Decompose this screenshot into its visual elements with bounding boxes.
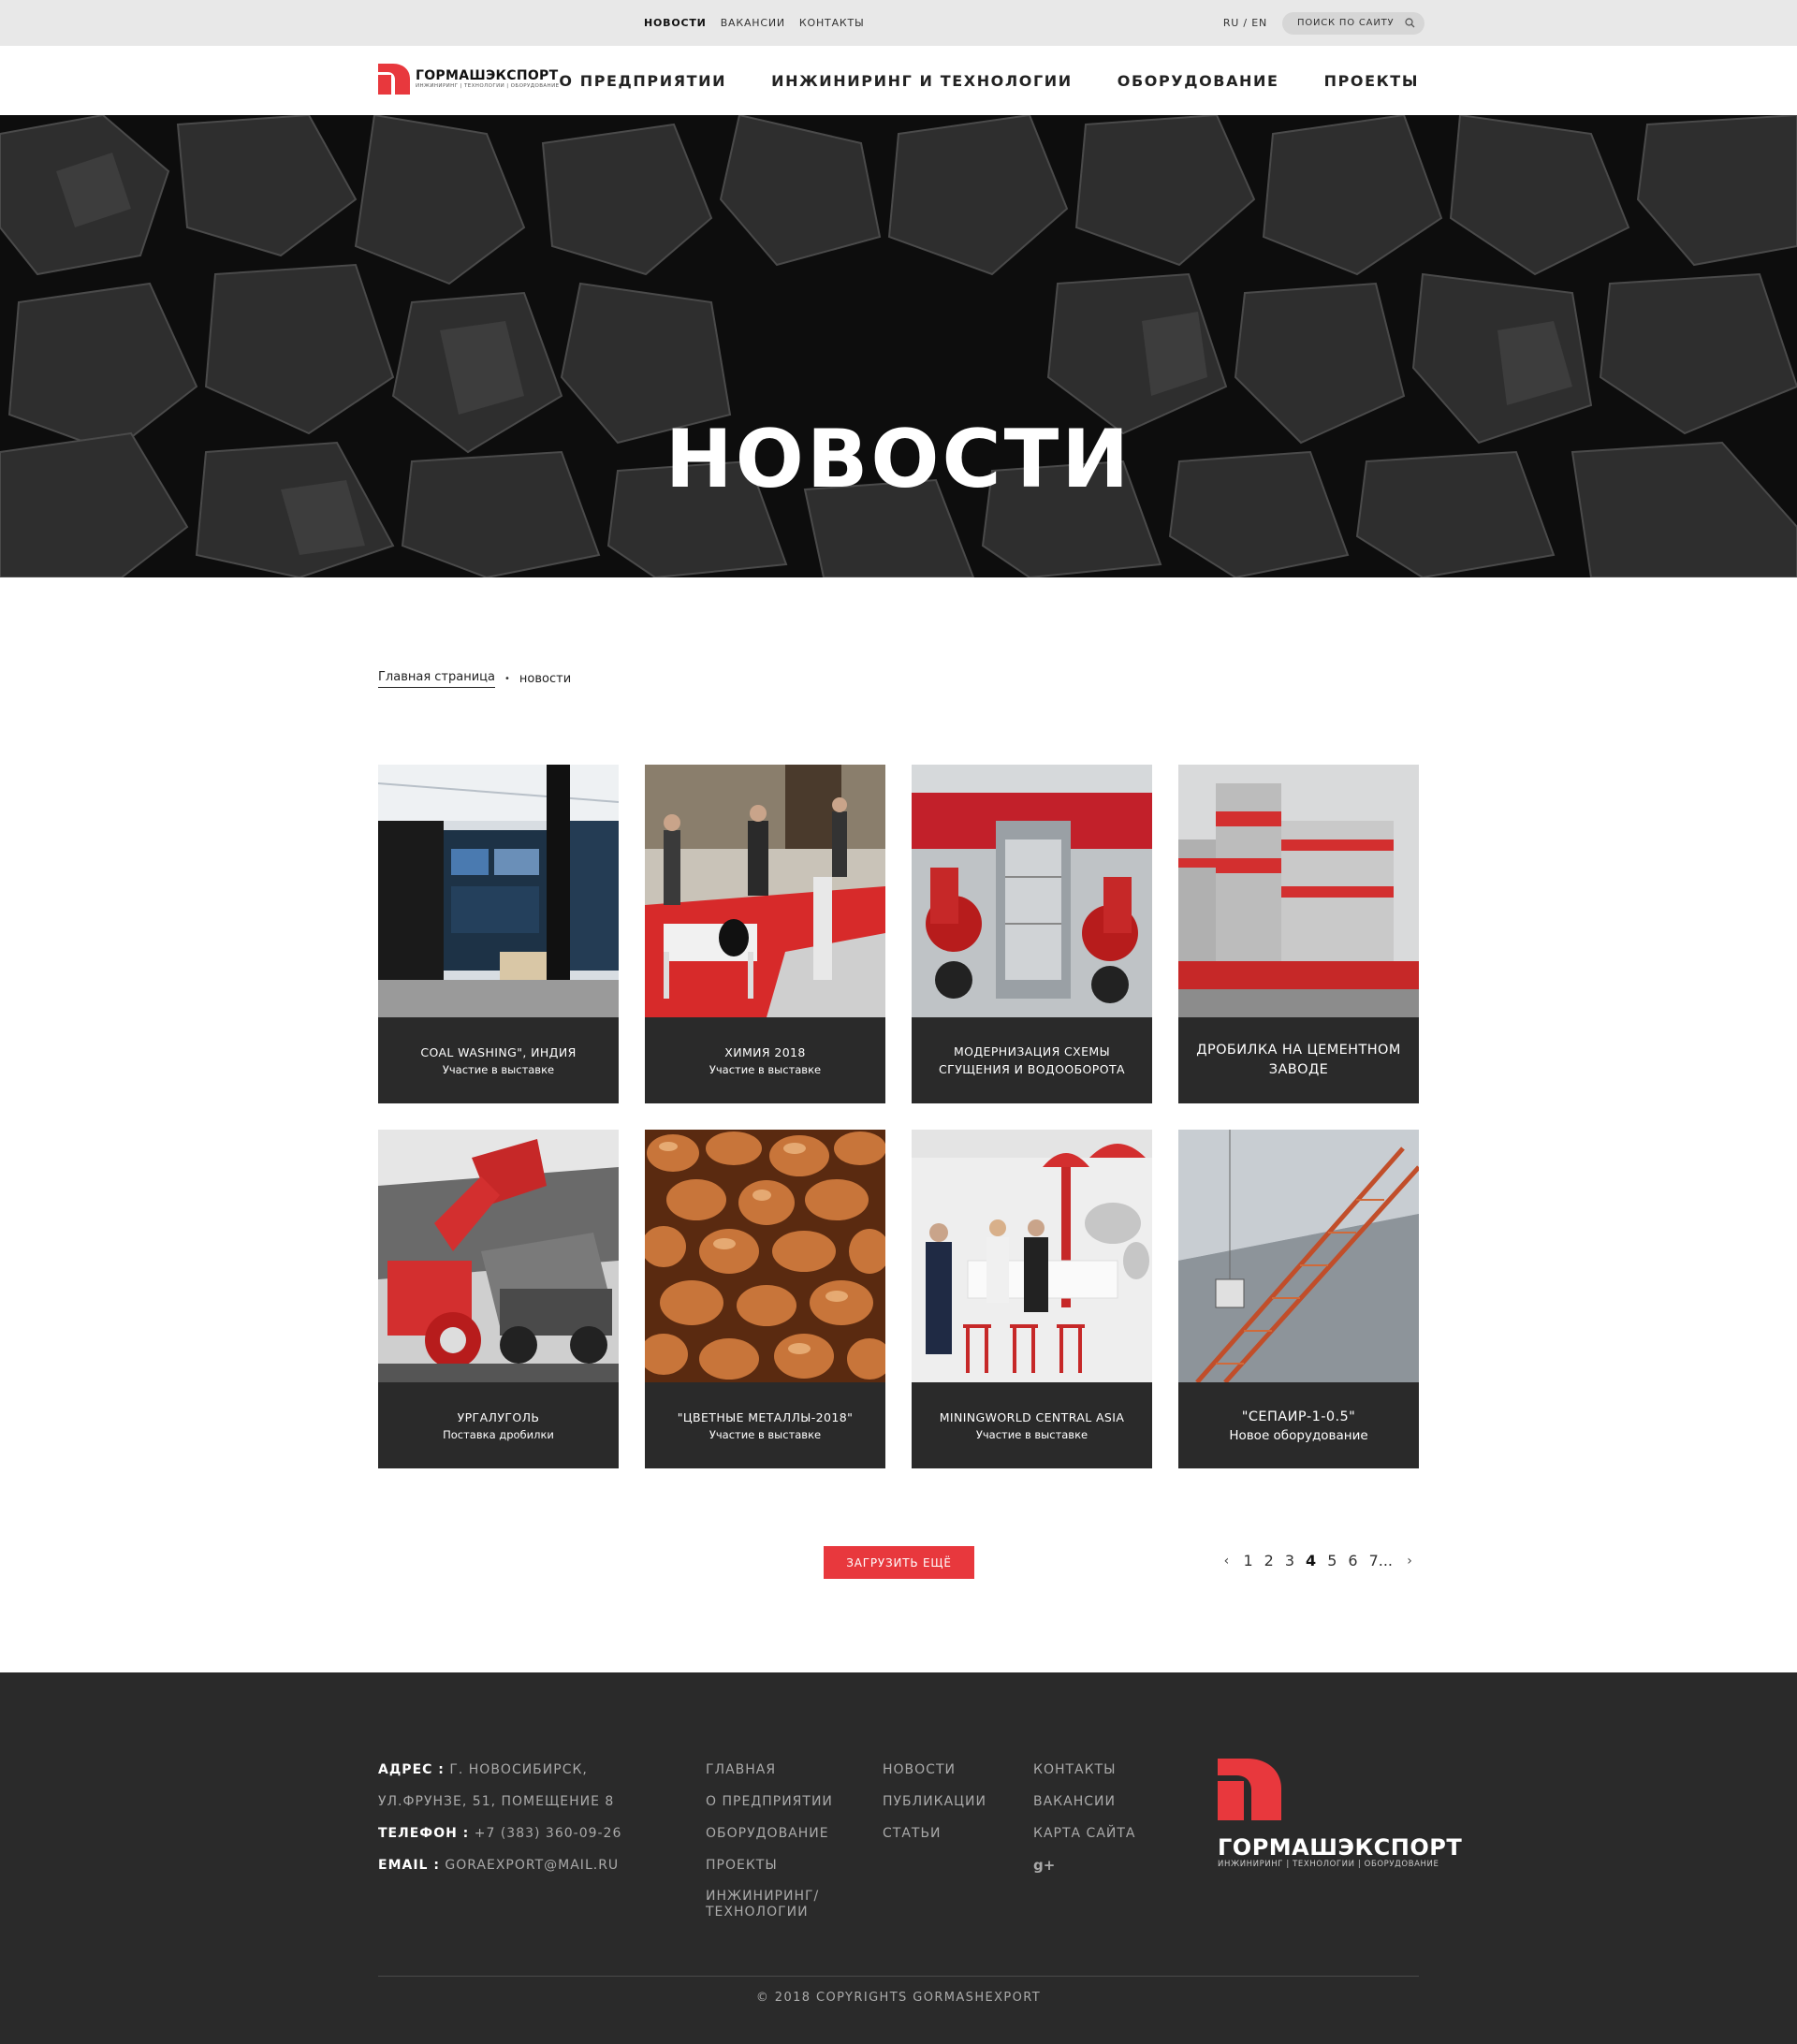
main-nav: О предприятии Инжиниринг и технологии Об… (559, 46, 1419, 115)
news-card[interactable]: УРГАЛУГОЛЬ Поставка дробилки (378, 1130, 619, 1468)
hero-title: НОВОСТИ (665, 413, 1132, 506)
footer-address-line1: г. Новосибирск, (449, 1762, 588, 1777)
footer-logo-mark-icon (1218, 1759, 1281, 1820)
pagination-page[interactable]: 3 (1279, 1552, 1300, 1570)
nav-about[interactable]: О предприятии (559, 72, 726, 90)
logo-tagline: ИНЖИНИРИНГ | ТЕХНОЛОГИИ | ОБОРУДОВАНИЕ (416, 82, 560, 89)
news-image-chemistry-expo (645, 765, 885, 1017)
news-image-miningworld-booth (912, 1130, 1152, 1382)
footer-link-engineering[interactable]: Инжиниринг/ Технологии (706, 1881, 837, 1920)
top-link-news[interactable]: Новости (644, 17, 707, 29)
footer-link-vacancies[interactable]: Вакансии (1033, 1786, 1136, 1818)
pagination-page[interactable]: 7... (1364, 1552, 1398, 1570)
search-input[interactable] (1297, 18, 1400, 28)
footer-links-col3: Контакты Вакансии Карта сайта g+ (1033, 1754, 1136, 1881)
news-image-cement-plant (1178, 765, 1419, 1017)
breadcrumb-home[interactable]: Главная страница (378, 670, 495, 688)
language-switcher[interactable]: RU / EN (1223, 17, 1267, 29)
news-title: ДРОБИЛКА НА ЦЕМЕНТНОМ ЗАВОДЕ (1196, 1043, 1401, 1077)
footer-link-projects[interactable]: Проекты (706, 1849, 837, 1881)
pagination-prev-icon[interactable]: ‹ (1215, 1554, 1237, 1569)
top-utility-bar: Новости Вакансии Контакты RU / EN (0, 0, 1797, 46)
news-card[interactable]: МОДЕРНИЗАЦИЯ СХЕМЫ СГУЩЕНИЯ И ВОДООБОРОТ… (912, 765, 1152, 1103)
news-card[interactable]: "СЕПАИР-1-0.5" Новое оборудование (1178, 1130, 1419, 1468)
news-title: COAL WASHING", ИНДИЯ (420, 1044, 577, 1059)
news-card[interactable]: ДРОБИЛКА НА ЦЕМЕНТНОМ ЗАВОДЕ (1178, 765, 1419, 1103)
breadcrumb-current: новости (519, 672, 572, 686)
news-title: "СЕПАИР-1-0.5" (1241, 1409, 1356, 1424)
search-icon[interactable] (1405, 18, 1415, 28)
footer-links-col1: Главная О предприятии Оборудование Проек… (706, 1754, 837, 1920)
nav-engineering[interactable]: Инжиниринг и технологии (771, 72, 1073, 90)
copyright: © 2018 COPYRIGHTS GORMASHEXPORT (755, 1991, 1042, 2005)
news-card[interactable]: MININGWORLD CENTRAL ASIA Участие в выста… (912, 1130, 1152, 1468)
footer-address-label: Адрес : (378, 1762, 445, 1777)
search-box (1282, 11, 1424, 35)
site-logo[interactable]: ГОРМАШЭКСПОРТ ИНЖИНИРИНГ | ТЕХНОЛОГИИ | … (378, 64, 559, 95)
footer-logo[interactable]: ГОРМАШЭКСПОРТ ИНЖИНИРИНГ | ТЕХНОЛОГИИ | … (1218, 1759, 1462, 1869)
footer-logo-name: ГОРМАШЭКСПОРТ (1218, 1834, 1463, 1861)
google-plus-icon[interactable]: g+ (1033, 1849, 1136, 1881)
coal-background-image (0, 115, 1797, 577)
news-title: MININGWORLD CENTRAL ASIA (939, 1409, 1125, 1424)
news-title: ХИМИЯ 2018 (724, 1044, 806, 1059)
logo-name: ГОРМАШЭКСПОРТ (416, 67, 559, 83)
news-card[interactable]: COAL WASHING", ИНДИЯ Участие в выставке (378, 765, 619, 1103)
nav-projects[interactable]: Проекты (1324, 72, 1419, 90)
footer-link-home[interactable]: Главная (706, 1754, 837, 1786)
site-footer: Адрес : г. Новосибирск, ул.Фрунзе, 51, п… (0, 1672, 1797, 2044)
footer-phone[interactable]: +7 (383) 360-09-26 (475, 1826, 622, 1841)
breadcrumb-separator: • (504, 674, 510, 684)
news-title: МОДЕРНИЗАЦИЯ СХЕМЫ СГУЩЕНИЯ И ВОДООБОРОТ… (939, 1044, 1125, 1076)
footer-divider (378, 1976, 1419, 1977)
footer-phone-label: Телефон : (378, 1826, 470, 1841)
footer-link-publications[interactable]: Публикации (883, 1786, 986, 1818)
news-grid: COAL WASHING", ИНДИЯ Участие в выставке (378, 765, 1419, 1468)
pagination-page-current[interactable]: 4 (1300, 1552, 1322, 1570)
footer-logo-tagline: ИНЖИНИРИНГ | ТЕХНОЛОГИИ | ОБОРУДОВАНИЕ (1218, 1860, 1439, 1869)
top-link-contacts[interactable]: Контакты (799, 17, 865, 29)
footer-link-news[interactable]: Новости (883, 1754, 986, 1786)
footer-link-articles[interactable]: Статьи (883, 1818, 986, 1849)
pagination-next-icon[interactable]: › (1398, 1554, 1421, 1569)
pagination-page[interactable]: 1 (1237, 1552, 1258, 1570)
footer-email[interactable]: goraexport@mail.ru (445, 1858, 619, 1873)
news-subtitle: Участие в выставке (709, 1427, 822, 1441)
top-right-tools: RU / EN (1223, 0, 1424, 46)
pagination-page[interactable]: 5 (1322, 1552, 1342, 1570)
news-image-exhibition-stand (378, 765, 619, 1017)
news-image-conveyor-quarry (1178, 1130, 1419, 1382)
news-card[interactable]: "ЦВЕТНЫЕ МЕТАЛЛЫ-2018" Участие в выставк… (645, 1130, 885, 1468)
footer-link-about[interactable]: О предприятии (706, 1786, 837, 1818)
footer-contacts: Адрес : г. Новосибирск, ул.Фрунзе, 51, п… (378, 1754, 621, 1881)
news-subtitle: Участие в выставке (709, 1062, 822, 1076)
news-image-robot-factory (912, 765, 1152, 1017)
footer-link-sitemap[interactable]: Карта сайта (1033, 1818, 1136, 1849)
hero-banner: НОВОСТИ (0, 115, 1797, 577)
news-title: "ЦВЕТНЫЕ МЕТАЛЛЫ-2018" (677, 1409, 854, 1424)
top-link-vacancies[interactable]: Вакансии (721, 17, 785, 29)
pagination: ‹ 1 2 3 4 5 6 7... › (1215, 1552, 1421, 1570)
news-image-loader-truck (378, 1130, 619, 1382)
pagination-page[interactable]: 2 (1259, 1552, 1279, 1570)
news-subtitle: Поставка дробилки (443, 1427, 554, 1441)
news-subtitle: Участие в выставке (442, 1062, 555, 1076)
nav-equipment[interactable]: Оборудование (1118, 72, 1279, 90)
footer-email-label: Email : (378, 1858, 440, 1873)
news-card[interactable]: ХИМИЯ 2018 Участие в выставке (645, 765, 885, 1103)
news-subtitle: Новое оборудование (1229, 1427, 1368, 1443)
breadcrumb: Главная страница • новости (378, 670, 571, 688)
news-title: УРГАЛУГОЛЬ (457, 1409, 540, 1424)
footer-link-equipment[interactable]: Оборудование (706, 1818, 837, 1849)
pagination-page[interactable]: 6 (1342, 1552, 1363, 1570)
top-nav: Новости Вакансии Контакты (644, 0, 865, 46)
footer-links-col2: Новости Публикации Статьи (883, 1754, 986, 1849)
logo-mark-icon (378, 64, 410, 95)
footer-address-line2: ул.Фрунзе, 51, помещение 8 (378, 1794, 615, 1809)
news-subtitle: Участие в выставке (975, 1427, 1088, 1441)
load-more-button[interactable]: ЗАГРУЗИТЬ ЕЩЁ (824, 1546, 974, 1579)
news-image-copper-nuggets (645, 1130, 885, 1382)
footer-link-contacts[interactable]: Контакты (1033, 1754, 1136, 1786)
main-header: ГОРМАШЭКСПОРТ ИНЖИНИРИНГ | ТЕХНОЛОГИИ | … (0, 46, 1797, 115)
